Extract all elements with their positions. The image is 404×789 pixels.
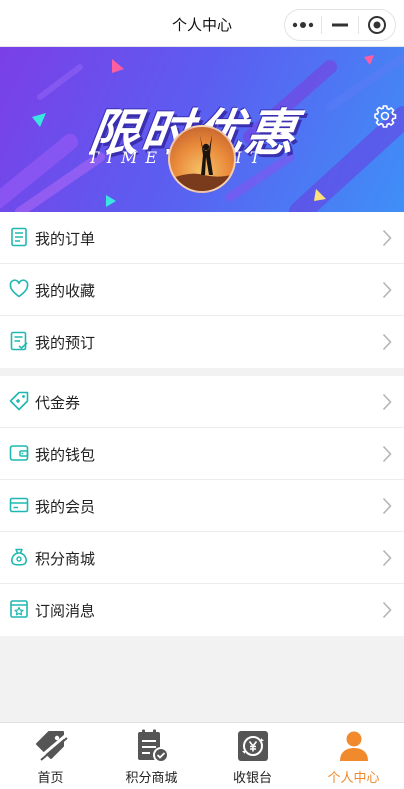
minus-icon [332,23,348,27]
chevron-right-icon [382,601,392,619]
tab-label: 收银台 [232,771,272,786]
menu-item-subscribe-messages[interactable]: 订阅消息 [0,584,404,636]
menu-label: 我的收藏 [35,282,96,300]
menu-item-my-reservations[interactable]: 我的预订 [0,316,404,368]
points-mall-icon [11,548,27,566]
tab-points-mall[interactable]: 积分商城 [101,723,202,789]
menu-item-vouchers[interactable]: 代金券 [0,376,404,428]
promo-banner: 限时优惠 TIME LIMIT 伯字 [0,47,404,212]
membership-card-icon [9,497,29,513]
mini-program-capsule [284,9,396,41]
tab-label: 个人中心 [327,771,380,786]
settings-gear-icon[interactable] [373,104,397,128]
menu-item-my-favorites[interactable]: 我的收藏 [0,264,404,316]
target-circle-icon [368,16,386,34]
menu-label: 我的预订 [35,334,96,352]
menu-label: 我的会员 [35,498,96,516]
tab-label: 首页 [37,771,64,786]
chevron-right-icon [382,229,392,247]
menu-item-points-mall[interactable]: 积分商城 [0,532,404,584]
menu-label: 订阅消息 [35,602,96,620]
more-menu-button[interactable] [285,10,321,40]
tab-home[interactable]: 首页 [0,723,101,789]
menu-label: 我的钱包 [35,446,96,464]
menu-group-orders: 我的订单 我的收藏 我的预订 [0,212,404,368]
tab-label: 积分商城 [125,771,178,786]
chevron-right-icon [382,333,392,351]
menu-item-my-wallet[interactable]: 我的钱包 [0,428,404,480]
tab-cashier[interactable]: 收银台 [202,723,303,789]
chevron-right-icon [382,393,392,411]
tab-profile[interactable]: 个人中心 [303,723,404,789]
avatar[interactable] [168,125,236,193]
chevron-right-icon [382,281,392,299]
user-icon [339,731,368,761]
more-dots-icon [292,22,314,28]
order-icon [11,227,27,247]
menu-item-my-orders[interactable]: 我的订单 [0,212,404,264]
chevron-right-icon [382,445,392,463]
bottom-tab-bar: 首页 积分商城 收银台 个人中心 [0,722,404,789]
heart-icon [9,279,29,298]
voucher-icon [9,391,29,411]
home-tag-icon [35,731,68,761]
menu-group-assets: 代金券 我的钱包 我的会员 积分商城 订阅消息 [0,376,404,636]
points-list-icon [137,729,169,763]
chevron-right-icon [382,497,392,515]
minimize-button[interactable] [322,10,358,40]
menu-label: 我的订单 [35,230,96,248]
cashier-icon [237,731,268,761]
menu-item-my-membership[interactable]: 我的会员 [0,480,404,532]
wallet-icon [9,445,29,461]
menu-label: 代金券 [35,394,81,412]
close-capsule-button[interactable] [359,10,395,40]
top-navbar: 个人中心 [0,0,404,47]
chevron-right-icon [382,549,392,567]
menu-label: 积分商城 [35,550,96,568]
reservation-icon [10,331,28,351]
subscribe-message-icon [10,600,28,618]
